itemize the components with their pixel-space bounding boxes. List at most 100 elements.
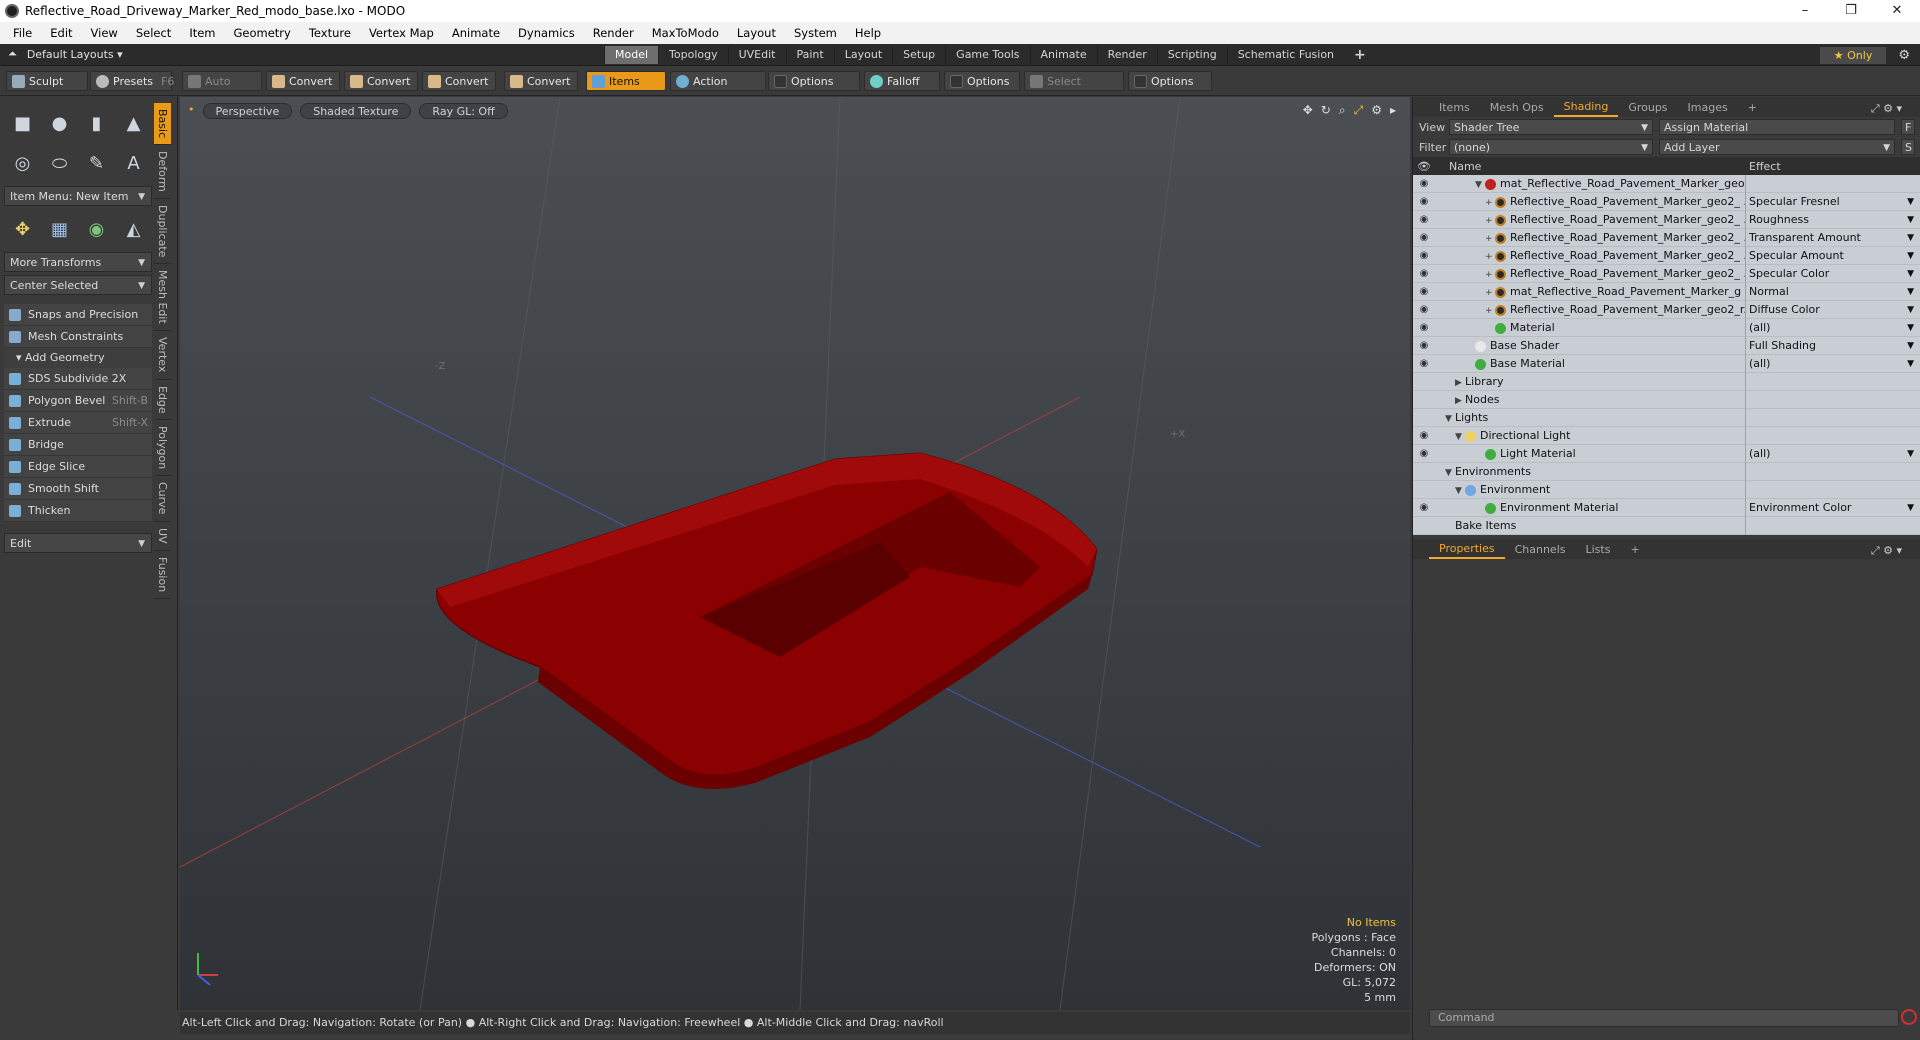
tab-shading[interactable]: Shading: [1553, 98, 1619, 117]
only-button[interactable]: ★ Only: [1819, 46, 1887, 64]
ray-gl-button[interactable]: Ray GL: Off: [419, 103, 508, 119]
fit-icon[interactable]: ⤢: [1354, 103, 1364, 118]
tree-row[interactable]: ◉ ▼ Directional Light: [1413, 426, 1920, 445]
menu-texture[interactable]: Texture: [300, 26, 360, 40]
tree-item-effect[interactable]: Full Shading ▼: [1745, 336, 1920, 355]
convert-materials-button[interactable]: Convert: [504, 71, 578, 91]
menu-view[interactable]: View: [82, 26, 127, 40]
effect-dropdown-icon[interactable]: ▼: [1907, 337, 1914, 355]
vtab-duplicate[interactable]: Duplicate: [154, 199, 171, 265]
zoom-icon[interactable]: ⌕: [1339, 103, 1346, 118]
tool-bridge[interactable]: Bridge: [4, 434, 152, 456]
eye-icon[interactable]: ◉: [1413, 214, 1435, 225]
tool-extrude[interactable]: Extrude Shift-X: [4, 412, 152, 434]
eye-icon[interactable]: ◉: [1413, 340, 1435, 351]
vtab-polygon[interactable]: Polygon: [154, 420, 171, 477]
tree-row[interactable]: ◉ Base Material (all) ▼: [1413, 354, 1920, 373]
menu-render[interactable]: Render: [584, 26, 643, 40]
tree-row[interactable]: ◉ + Reflective_Road_Pavement_Marker_geo2_ …: [1413, 246, 1920, 265]
auto-select-button[interactable]: Auto Select: [182, 71, 262, 108]
effect-column-header[interactable]: Effect: [1745, 160, 1781, 173]
menu-edit[interactable]: Edit: [41, 26, 81, 40]
pan-icon[interactable]: ✥: [1303, 103, 1313, 118]
expand-toggle-icon[interactable]: ▶: [1455, 396, 1465, 406]
layout-tab-uvedit[interactable]: UVEdit: [727, 46, 786, 64]
menu-layout[interactable]: Layout: [728, 26, 785, 40]
perspective-button[interactable]: Perspective: [202, 103, 293, 119]
eye-icon[interactable]: ◉: [1413, 178, 1435, 189]
expand-toggle-icon[interactable]: ▼: [1445, 414, 1455, 424]
menu-select[interactable]: Select: [127, 26, 180, 40]
close-button[interactable]: ✕: [1874, 0, 1920, 22]
expand-toggle-icon[interactable]: +: [1485, 252, 1495, 262]
tree-item-effect[interactable]: Specular Fresnel ▼: [1745, 192, 1920, 211]
pyramid-icon[interactable]: ◭: [119, 215, 148, 243]
layout-tab-render[interactable]: Render: [1096, 46, 1157, 64]
presets-button[interactable]: Presets F6: [90, 71, 174, 91]
tree-row[interactable]: ◉ + Reflective_Road_Pavement_Marker_geo2_ …: [1413, 264, 1920, 283]
effect-dropdown-icon[interactable]: ▼: [1907, 229, 1914, 247]
filter-dropdown[interactable]: (none) ▼: [1449, 139, 1653, 155]
add-layer-dropdown[interactable]: Add Layer ▼: [1659, 139, 1895, 155]
tree-row[interactable]: ◉ + Reflective_Road_Pavement_Marker_geo2_ …: [1413, 228, 1920, 247]
vtab-mesh-edit[interactable]: Mesh Edit: [154, 264, 171, 332]
tree-row[interactable]: ◉ Light Material (all) ▼: [1413, 444, 1920, 463]
tree-row[interactable]: ◉ Environment Material Environment Color ▼: [1413, 498, 1920, 517]
tree-item-effect[interactable]: Environment Color ▼: [1745, 498, 1920, 517]
layout-tab-layout[interactable]: Layout: [833, 46, 892, 64]
tree-item-effect[interactable]: (all) ▼: [1745, 318, 1920, 337]
layout-tab-game-tools[interactable]: Game Tools: [945, 46, 1029, 64]
falloff-button[interactable]: Falloff: [864, 71, 940, 91]
layout-tab-scripting[interactable]: Scripting: [1156, 46, 1227, 64]
tree-row[interactable]: ▼ Environment: [1413, 480, 1920, 499]
tree-item-effect[interactable]: Specular Amount ▼: [1745, 246, 1920, 265]
expand-toggle-icon[interactable]: ▶: [1455, 378, 1465, 388]
tree-row[interactable]: ◉ ▼ mat_Reflective_Road_Pavement_Marker_ge…: [1413, 174, 1920, 193]
expand-toggle-icon[interactable]: +: [1485, 234, 1495, 244]
tree-row[interactable]: ▼ Lights: [1413, 408, 1920, 427]
expand-toggle-icon[interactable]: ▼: [1475, 180, 1485, 190]
maximize-button[interactable]: ❐: [1828, 0, 1874, 22]
more-transforms-dropdown[interactable]: More Transforms ▼: [4, 252, 152, 272]
capsule-primitive-icon[interactable]: ⬭: [45, 149, 74, 177]
tool-edge-slice[interactable]: Edge Slice: [4, 456, 152, 478]
tab-groups[interactable]: Groups: [1618, 99, 1677, 116]
3d-viewport[interactable]: -Z +X • Perspective Shaded Texture Ray G…: [180, 97, 1410, 1010]
menu-dynamics[interactable]: Dynamics: [509, 26, 584, 40]
globe-icon[interactable]: ◉: [82, 215, 111, 243]
tree-row[interactable]: ◉ Material (all) ▼: [1413, 318, 1920, 337]
vtab-deform[interactable]: Deform: [154, 145, 171, 200]
command-input[interactable]: Command: [1429, 1009, 1899, 1027]
expand-toggle-icon[interactable]: +: [1485, 216, 1495, 226]
menu-help[interactable]: Help: [846, 26, 890, 40]
cone-primitive-icon[interactable]: ▲: [119, 109, 148, 137]
tab-images[interactable]: Images: [1678, 99, 1738, 116]
action-center-options-button[interactable]: Options: [768, 71, 860, 91]
tree-item-effect[interactable]: Specular Color ▼: [1745, 264, 1920, 283]
torus-primitive-icon[interactable]: ◎: [8, 149, 37, 177]
tree-row[interactable]: ▶ Nodes: [1413, 390, 1920, 409]
tree-item-effect[interactable]: Diffuse Color ▼: [1745, 300, 1920, 319]
layout-tab-paint[interactable]: Paint: [785, 46, 834, 64]
tab-mesh-ops[interactable]: Mesh Ops: [1480, 99, 1554, 116]
tool-polygon-bevel[interactable]: Polygon Bevel Shift-B: [4, 390, 152, 412]
gear-icon[interactable]: ⚙: [1898, 48, 1910, 63]
menu-system[interactable]: System: [785, 26, 846, 40]
eye-icon[interactable]: ◉: [1413, 232, 1435, 243]
transform-icon[interactable]: ✥: [8, 215, 37, 243]
vtab-basic[interactable]: Basic: [154, 103, 171, 146]
falloff-options-button[interactable]: Options: [944, 71, 1020, 91]
menu-file[interactable]: File: [4, 26, 41, 40]
effect-dropdown-icon[interactable]: ▼: [1907, 301, 1914, 319]
item-menu-dropdown[interactable]: Item Menu: New Item ▼: [4, 186, 152, 206]
layout-tab-setup[interactable]: Setup: [892, 46, 945, 64]
tool-smooth-shift[interactable]: Smooth Shift: [4, 478, 152, 500]
tree-row[interactable]: Bake Items: [1413, 516, 1920, 535]
add-layout-tab-button[interactable]: +: [1344, 46, 1376, 64]
tree-row[interactable]: ◉ + Reflective_Road_Pavement_Marker_geo2_r…: [1413, 300, 1920, 319]
tab-items[interactable]: Items: [1429, 99, 1480, 116]
add-tab-button[interactable]: +: [1738, 99, 1767, 116]
eye-icon[interactable]: ◉: [1413, 286, 1435, 297]
convert-vertices-button[interactable]: Convert: [266, 71, 340, 91]
menu-animate[interactable]: Animate: [443, 26, 509, 40]
